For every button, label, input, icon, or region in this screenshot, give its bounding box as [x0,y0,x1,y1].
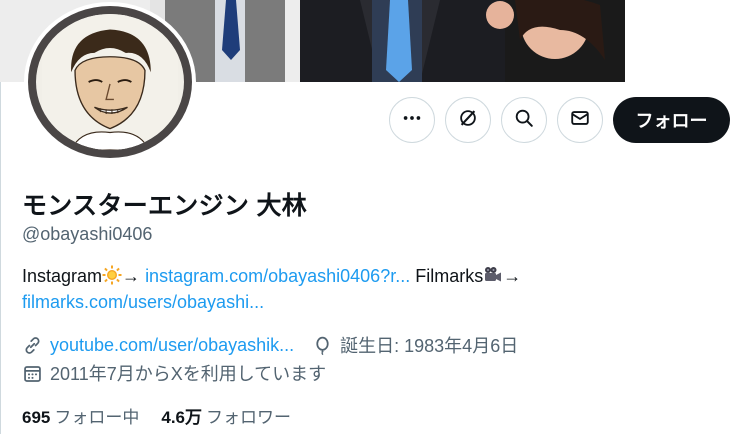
following-stat[interactable]: 695 フォロー中 [22,403,139,428]
followers-stat[interactable]: 4.6万 フォロワー [161,403,291,428]
message-button[interactable] [557,97,603,143]
movie-camera-emoji [485,267,502,282]
display-name: モンスターエンジン 大林 [22,192,308,220]
birthday-text: 誕生日: 1983年4月6日 [340,336,519,356]
bio-arrow-1: → [122,266,146,286]
profile-meta-row: youtube.com/user/obayashik... 誕生日: 1983年… [22,332,518,358]
bio-text-filmarks: Filmarks [410,266,484,286]
profile-joined-row: 2011年7月からXを利用しています [22,360,326,386]
followers-label: フォロワー [206,408,292,427]
message-icon [569,107,591,134]
following-label: フォロー中 [54,408,140,427]
follow-button[interactable]: フォロー [613,97,730,143]
joined-date-text: 2011年7月からXを利用しています [50,364,327,384]
sun-emoji [102,265,122,285]
following-count: 695 [22,408,51,427]
followers-count: 4.6万 [161,408,203,427]
profile-bio: Instagram → instagram.com/obayashi0406?r.… [22,263,642,315]
search-icon [513,107,535,134]
bio-text-instagram: Instagram [22,266,103,286]
profile-actions: フォロー [389,97,730,143]
more-button[interactable] [389,97,435,143]
search-button[interactable] [501,97,547,143]
follow-stats: 695 フォロー中 4.6万 フォロワー [22,403,313,428]
user-handle: @obayashi0406 [22,224,153,244]
website-link[interactable]: youtube.com/user/obayashik... [50,335,294,356]
more-icon [401,107,423,134]
bio-arrow-2: → [503,266,522,286]
bio-filmarks-link[interactable]: filmarks.com/users/obayashi... [22,292,264,312]
balloon-icon [312,335,333,356]
grok-button[interactable] [445,97,491,143]
avatar-illustration [36,14,184,150]
grok-icon [457,107,479,134]
content-edge-line [0,82,1,434]
profile-avatar[interactable] [24,2,196,162]
link-icon [22,335,43,356]
avatar-frame [28,6,192,158]
calendar-icon [22,363,43,384]
bio-instagram-link[interactable]: instagram.com/obayashi0406?r... [145,266,410,286]
